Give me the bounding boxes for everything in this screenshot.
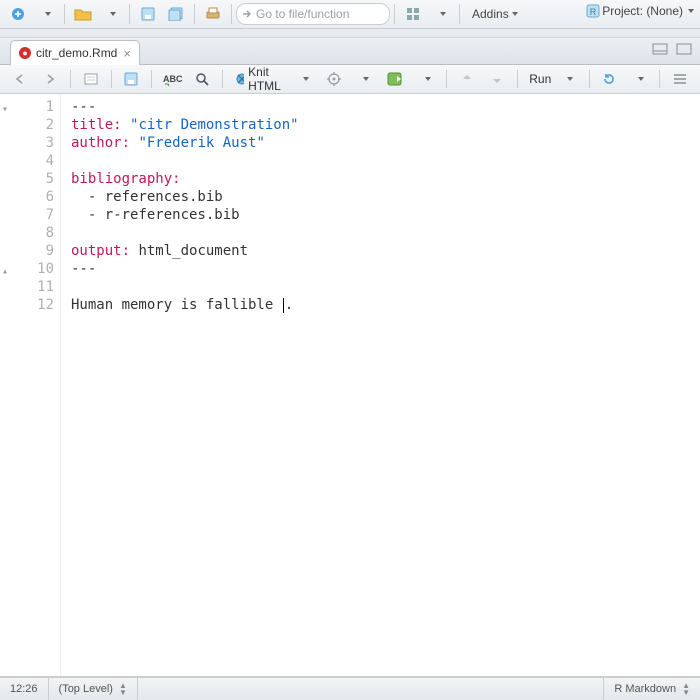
- svg-text:ABC: ABC: [163, 74, 182, 84]
- restart-dropdown[interactable]: [626, 67, 652, 91]
- knit-icon: [235, 72, 245, 86]
- toolbar-gap: [0, 29, 700, 37]
- tab-filename: citr_demo.Rmd: [36, 46, 117, 60]
- forward-button[interactable]: [37, 67, 63, 91]
- project-label: Project: (None): [602, 4, 683, 18]
- project-menu[interactable]: R Project: (None): [586, 4, 694, 18]
- save-button[interactable]: [135, 2, 161, 26]
- svg-text:R: R: [590, 7, 597, 17]
- file-mode-selector[interactable]: R Markdown▲▼: [603, 678, 700, 700]
- next-chunk-button[interactable]: [484, 67, 510, 91]
- minimize-pane-button[interactable]: [652, 43, 668, 55]
- insert-chunk-button[interactable]: [383, 67, 409, 91]
- new-file-dropdown[interactable]: [33, 2, 59, 26]
- outline-toggle-button[interactable]: [667, 67, 693, 91]
- project-icon: R: [586, 4, 600, 18]
- knit-button[interactable]: Knit HTML: [230, 67, 288, 91]
- grid-tool-button[interactable]: [400, 2, 426, 26]
- doc-options-button[interactable]: [321, 67, 347, 91]
- status-bar: 12:26 (Top Level)▲▼ R Markdown▲▼: [0, 677, 700, 700]
- find-button[interactable]: [189, 67, 215, 91]
- editor-toolbar: ABC Knit HTML Run: [0, 65, 700, 94]
- goto-placeholder: Go to file/function: [256, 7, 349, 21]
- code-editor[interactable]: 1▾2345678910▴1112 ---title: "citr Demons…: [0, 94, 700, 677]
- save-doc-button[interactable]: [118, 67, 144, 91]
- addins-menu[interactable]: Addins: [465, 2, 525, 26]
- tab-close-button[interactable]: ×: [123, 47, 131, 60]
- tab-bar: ● citr_demo.Rmd ×: [0, 37, 700, 65]
- grid-dropdown[interactable]: [428, 2, 454, 26]
- maximize-pane-button[interactable]: [676, 43, 692, 55]
- new-file-button[interactable]: [5, 2, 31, 26]
- main-toolbar: Go to file/function Addins R Project: (N…: [0, 0, 700, 29]
- print-button[interactable]: [200, 2, 226, 26]
- rmd-tab-icon: ●: [19, 47, 31, 59]
- line-gutter: 1▾2345678910▴1112: [0, 94, 61, 676]
- goto-file-input[interactable]: Go to file/function: [236, 3, 390, 25]
- run-button[interactable]: Run: [525, 67, 552, 91]
- run-label: Run: [529, 72, 551, 86]
- save-all-button[interactable]: [163, 2, 189, 26]
- open-file-button[interactable]: [70, 2, 96, 26]
- spellcheck-button[interactable]: ABC: [159, 67, 185, 91]
- scope-selector[interactable]: (Top Level)▲▼: [49, 678, 138, 700]
- back-button[interactable]: [7, 67, 33, 91]
- insert-chunk-dropdown[interactable]: [413, 67, 439, 91]
- restart-button[interactable]: [596, 67, 622, 91]
- addins-label: Addins: [472, 7, 509, 21]
- show-outline-button[interactable]: [78, 67, 104, 91]
- prev-chunk-button[interactable]: [454, 67, 480, 91]
- open-dropdown[interactable]: [98, 2, 124, 26]
- tab-file[interactable]: ● citr_demo.Rmd ×: [10, 40, 140, 65]
- cursor-position: 12:26: [0, 678, 49, 700]
- run-dropdown[interactable]: [556, 67, 582, 91]
- doc-options-dropdown[interactable]: [351, 67, 377, 91]
- knit-label: Knit HTML: [248, 65, 282, 93]
- code-area[interactable]: ---title: "citr Demonstration"author: "F…: [61, 94, 299, 676]
- knit-dropdown[interactable]: [291, 67, 317, 91]
- goto-arrow-icon: [241, 8, 253, 20]
